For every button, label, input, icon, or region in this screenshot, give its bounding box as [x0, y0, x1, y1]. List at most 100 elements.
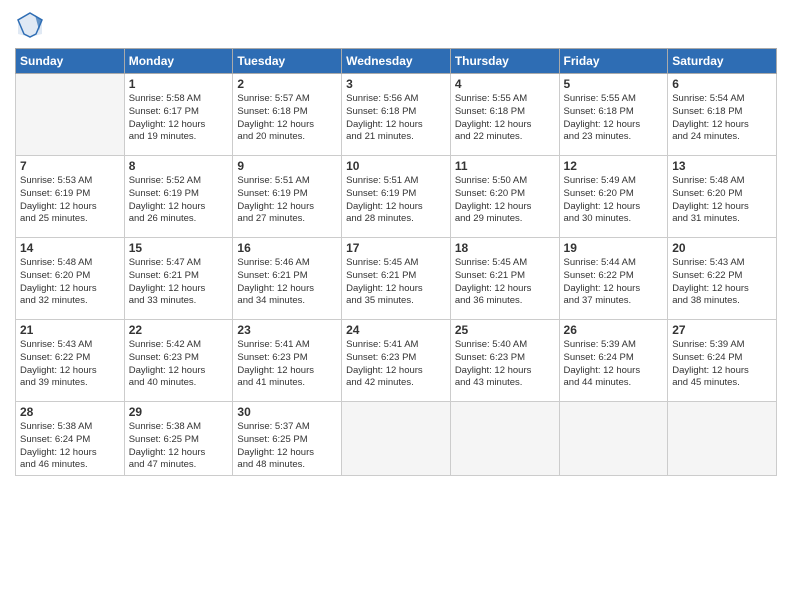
day-info: Sunrise: 5:57 AMSunset: 6:18 PMDaylight:…: [237, 93, 337, 144]
calendar-day-cell: 20Sunrise: 5:43 AMSunset: 6:22 PMDayligh…: [668, 238, 777, 320]
day-info: Sunrise: 5:48 AMSunset: 6:20 PMDaylight:…: [20, 257, 120, 308]
day-number: 14: [20, 241, 120, 255]
day-number: 12: [564, 159, 664, 173]
day-number: 7: [20, 159, 120, 173]
day-number: 28: [20, 405, 120, 419]
logo-icon: [15, 10, 45, 40]
calendar-day-cell: 24 Sunrise: 5:41 AMSunset: 6:23 PMDayligh…: [342, 320, 451, 402]
calendar-day-cell: 13 Sunrise: 5:48 AMSunset: 6:20 PMDayligh…: [668, 156, 777, 238]
day-info: Sunrise: 5:44 AMSunset: 6:22 PMDaylight:…: [564, 257, 664, 308]
logo: [15, 10, 49, 40]
day-info: Sunrise: 5:41 AMSunset: 6:23 PMDaylight:…: [346, 339, 446, 390]
calendar-day-cell: 11 Sunrise: 5:50 AMSunset: 6:20 PMDayligh…: [450, 156, 559, 238]
weekday-header: Monday: [124, 49, 233, 74]
day-number: 25: [455, 323, 555, 337]
calendar-day-cell: 7 Sunrise: 5:53 AMSunset: 6:19 PMDaylight…: [16, 156, 125, 238]
day-info: Sunrise: 5:37 AMSunset: 6:25 PMDaylight:…: [237, 421, 337, 472]
day-number: 16: [237, 241, 337, 255]
weekday-header: Thursday: [450, 49, 559, 74]
day-number: 10: [346, 159, 446, 173]
calendar-day-cell: 29 Sunrise: 5:38 AMSunset: 6:25 PMDayligh…: [124, 402, 233, 476]
calendar-day-cell: 30 Sunrise: 5:37 AMSunset: 6:25 PMDayligh…: [233, 402, 342, 476]
day-info: Sunrise: 5:49 AMSunset: 6:20 PMDaylight:…: [564, 175, 664, 226]
weekday-header: Saturday: [668, 49, 777, 74]
day-info: Sunrise: 5:38 AMSunset: 6:25 PMDaylight:…: [129, 421, 229, 472]
day-number: 2: [237, 77, 337, 91]
calendar-day-cell: 8Sunrise: 5:52 AMSunset: 6:19 PMDaylight…: [124, 156, 233, 238]
calendar-day-cell: 14 Sunrise: 5:48 AMSunset: 6:20 PMDayligh…: [16, 238, 125, 320]
day-info: Sunrise: 5:54 AMSunset: 6:18 PMDaylight:…: [672, 93, 772, 144]
day-number: 9: [237, 159, 337, 173]
calendar-day-cell: 17 Sunrise: 5:45 AMSunset: 6:21 PMDayligh…: [342, 238, 451, 320]
day-info: Sunrise: 5:38 AMSunset: 6:24 PMDaylight:…: [20, 421, 120, 472]
day-info: Sunrise: 5:40 AMSunset: 6:23 PMDaylight:…: [455, 339, 555, 390]
day-number: 3: [346, 77, 446, 91]
day-number: 4: [455, 77, 555, 91]
calendar-day-cell: 2 Sunrise: 5:57 AMSunset: 6:18 PMDaylight…: [233, 74, 342, 156]
calendar-day-cell: 19Sunrise: 5:44 AMSunset: 6:22 PMDayligh…: [559, 238, 668, 320]
day-number: 18: [455, 241, 555, 255]
calendar-day-cell: [16, 74, 125, 156]
day-info: Sunrise: 5:48 AMSunset: 6:20 PMDaylight:…: [672, 175, 772, 226]
day-number: 21: [20, 323, 120, 337]
weekday-header: Tuesday: [233, 49, 342, 74]
calendar-day-cell: 23 Sunrise: 5:41 AMSunset: 6:23 PMDayligh…: [233, 320, 342, 402]
day-info: Sunrise: 5:45 AMSunset: 6:21 PMDaylight:…: [455, 257, 555, 308]
day-info: Sunrise: 5:41 AMSunset: 6:23 PMDaylight:…: [237, 339, 337, 390]
day-info: Sunrise: 5:55 AMSunset: 6:18 PMDaylight:…: [564, 93, 664, 144]
day-number: 26: [564, 323, 664, 337]
weekday-header: Friday: [559, 49, 668, 74]
day-info: Sunrise: 5:39 AMSunset: 6:24 PMDaylight:…: [672, 339, 772, 390]
day-number: 5: [564, 77, 664, 91]
page: SundayMondayTuesdayWednesdayThursdayFrid…: [0, 0, 792, 612]
calendar-week-row: 21Sunrise: 5:43 AMSunset: 6:22 PMDayligh…: [16, 320, 777, 402]
day-number: 24: [346, 323, 446, 337]
day-info: Sunrise: 5:52 AMSunset: 6:19 PMDaylight:…: [129, 175, 229, 226]
header: [15, 10, 777, 40]
day-info: Sunrise: 5:45 AMSunset: 6:21 PMDaylight:…: [346, 257, 446, 308]
calendar-day-cell: [342, 402, 451, 476]
calendar-day-cell: 22 Sunrise: 5:42 AMSunset: 6:23 PMDayligh…: [124, 320, 233, 402]
day-info: Sunrise: 5:55 AMSunset: 6:18 PMDaylight:…: [455, 93, 555, 144]
day-number: 23: [237, 323, 337, 337]
day-number: 11: [455, 159, 555, 173]
calendar-day-cell: 25 Sunrise: 5:40 AMSunset: 6:23 PMDayligh…: [450, 320, 559, 402]
calendar-week-row: 28 Sunrise: 5:38 AMSunset: 6:24 PMDayligh…: [16, 402, 777, 476]
day-number: 13: [672, 159, 772, 173]
day-info: Sunrise: 5:58 AMSunset: 6:17 PMDaylight:…: [129, 93, 229, 144]
day-info: Sunrise: 5:56 AMSunset: 6:18 PMDaylight:…: [346, 93, 446, 144]
calendar-day-cell: 28 Sunrise: 5:38 AMSunset: 6:24 PMDayligh…: [16, 402, 125, 476]
calendar-day-cell: 1 Sunrise: 5:58 AMSunset: 6:17 PMDaylight…: [124, 74, 233, 156]
calendar-day-cell: 16 Sunrise: 5:46 AMSunset: 6:21 PMDayligh…: [233, 238, 342, 320]
day-number: 6: [672, 77, 772, 91]
calendar-day-cell: 9 Sunrise: 5:51 AMSunset: 6:19 PMDaylight…: [233, 156, 342, 238]
day-info: Sunrise: 5:50 AMSunset: 6:20 PMDaylight:…: [455, 175, 555, 226]
calendar-week-row: 14 Sunrise: 5:48 AMSunset: 6:20 PMDayligh…: [16, 238, 777, 320]
day-number: 1: [129, 77, 229, 91]
calendar-week-row: 7 Sunrise: 5:53 AMSunset: 6:19 PMDaylight…: [16, 156, 777, 238]
day-number: 22: [129, 323, 229, 337]
weekday-header-row: SundayMondayTuesdayWednesdayThursdayFrid…: [16, 49, 777, 74]
calendar-day-cell: [668, 402, 777, 476]
day-number: 30: [237, 405, 337, 419]
day-info: Sunrise: 5:51 AMSunset: 6:19 PMDaylight:…: [237, 175, 337, 226]
day-info: Sunrise: 5:51 AMSunset: 6:19 PMDaylight:…: [346, 175, 446, 226]
calendar-day-cell: 21Sunrise: 5:43 AMSunset: 6:22 PMDayligh…: [16, 320, 125, 402]
day-info: Sunrise: 5:46 AMSunset: 6:21 PMDaylight:…: [237, 257, 337, 308]
day-info: Sunrise: 5:53 AMSunset: 6:19 PMDaylight:…: [20, 175, 120, 226]
calendar-day-cell: 5 Sunrise: 5:55 AMSunset: 6:18 PMDaylight…: [559, 74, 668, 156]
calendar-day-cell: 4 Sunrise: 5:55 AMSunset: 6:18 PMDaylight…: [450, 74, 559, 156]
day-number: 27: [672, 323, 772, 337]
weekday-header: Sunday: [16, 49, 125, 74]
day-number: 17: [346, 241, 446, 255]
day-number: 15: [129, 241, 229, 255]
day-info: Sunrise: 5:42 AMSunset: 6:23 PMDaylight:…: [129, 339, 229, 390]
weekday-header: Wednesday: [342, 49, 451, 74]
calendar-day-cell: 6 Sunrise: 5:54 AMSunset: 6:18 PMDaylight…: [668, 74, 777, 156]
calendar-week-row: 1 Sunrise: 5:58 AMSunset: 6:17 PMDaylight…: [16, 74, 777, 156]
calendar-day-cell: 12 Sunrise: 5:49 AMSunset: 6:20 PMDayligh…: [559, 156, 668, 238]
day-number: 29: [129, 405, 229, 419]
calendar-day-cell: 18 Sunrise: 5:45 AMSunset: 6:21 PMDayligh…: [450, 238, 559, 320]
calendar-day-cell: [450, 402, 559, 476]
day-info: Sunrise: 5:39 AMSunset: 6:24 PMDaylight:…: [564, 339, 664, 390]
